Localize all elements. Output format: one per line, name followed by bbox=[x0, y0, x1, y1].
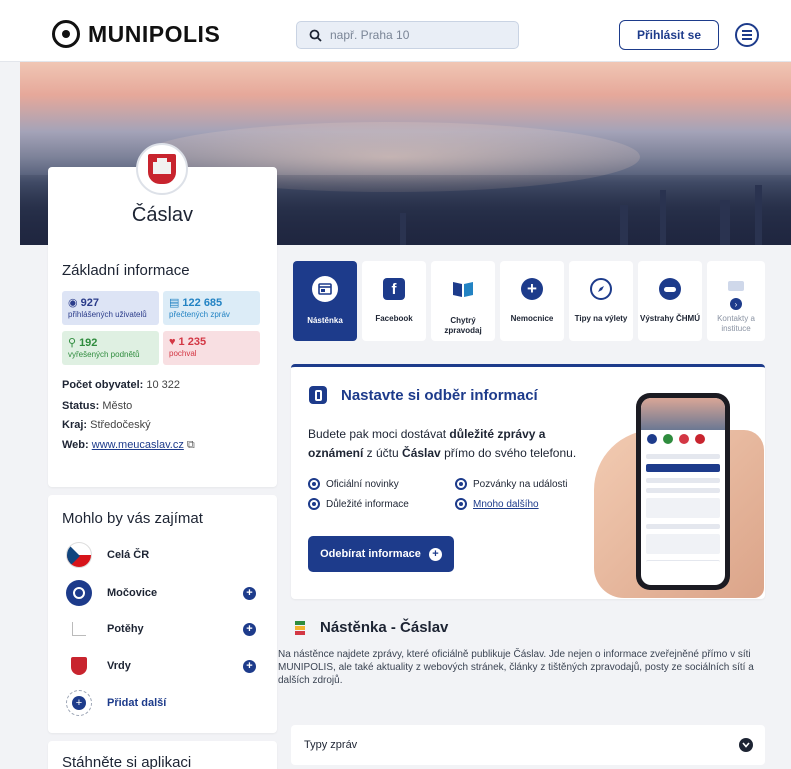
tabs-scroll-right-icon[interactable]: › bbox=[730, 298, 742, 310]
add-circle-icon: + bbox=[66, 690, 92, 716]
login-button[interactable]: Přihlásit se bbox=[619, 20, 719, 50]
stat-praise: ♥ 1 235 pochval bbox=[163, 331, 260, 365]
munipolis-logo[interactable]: MUNIPOLIS bbox=[52, 20, 220, 48]
check-icon bbox=[308, 498, 320, 510]
hospital-cross-icon: + bbox=[521, 278, 543, 300]
czech-flag-icon bbox=[66, 542, 92, 568]
user-circle-icon: ◉ bbox=[68, 297, 78, 309]
feature-dulezite-informace: Důležité informace bbox=[308, 498, 409, 510]
broadcast-logo-icon bbox=[52, 20, 80, 48]
stat-users: ◉ 927 přihlášených uživatelů bbox=[62, 291, 159, 325]
plus-icon: + bbox=[428, 547, 442, 561]
search-input[interactable] bbox=[330, 28, 500, 42]
compass-icon bbox=[590, 278, 612, 300]
feature-pozvanky: Pozvánky na události bbox=[455, 478, 568, 490]
calendar-icon: ▤ bbox=[169, 297, 180, 309]
tab-nemocnice[interactable]: + Nemocnice bbox=[500, 261, 564, 341]
location-pin-icon: ⚲ bbox=[68, 337, 77, 349]
contacts-icon bbox=[723, 273, 749, 299]
check-icon bbox=[455, 498, 467, 510]
interest-item-cela-cr[interactable]: Celá ČR bbox=[66, 541, 266, 569]
search-icon bbox=[309, 29, 322, 42]
external-link-icon[interactable]: ⧉ bbox=[187, 439, 195, 451]
tab-tipy-na-vylety[interactable]: Tipy na výlety bbox=[569, 261, 633, 341]
feature-oficialni-novinky: Oficiální novinky bbox=[308, 478, 399, 490]
facebook-icon: f bbox=[383, 278, 405, 300]
tab-vystrahy-chmu[interactable]: Výstrahy ČHMÚ bbox=[638, 261, 702, 341]
web-line: Web: www.meucaslav.cz ⧉ bbox=[62, 439, 195, 451]
interest-title: Mohlo by vás zajímat bbox=[62, 510, 203, 527]
tab-facebook[interactable]: f Facebook bbox=[362, 261, 426, 341]
feature-mnoho-dalsiho: Mnoho dalšího bbox=[455, 498, 539, 510]
add-plus-icon[interactable]: + bbox=[243, 586, 256, 600]
logo-text: MUNIPOLIS bbox=[88, 20, 221, 47]
board-title: Nástěnka - Čáslav bbox=[320, 619, 449, 636]
subscribe-title: Nastavte si odběr informací bbox=[341, 387, 538, 404]
potehy-crest-icon bbox=[66, 616, 92, 642]
chevron-down-icon bbox=[739, 738, 753, 752]
subscribe-button[interactable]: Odebírat informace + bbox=[308, 536, 454, 572]
tab-chytry-zpravodaj[interactable]: Chytrý zpravodaj bbox=[431, 261, 495, 341]
app-download-title: Stáhněte si aplikaci bbox=[62, 754, 192, 769]
add-plus-icon[interactable]: + bbox=[243, 659, 256, 673]
city-crest-icon bbox=[136, 143, 188, 195]
top-header: MUNIPOLIS Přihlásit se bbox=[0, 0, 791, 62]
heart-icon: ♥ bbox=[169, 336, 176, 348]
hamburger-menu-icon[interactable] bbox=[735, 23, 759, 47]
search-box[interactable] bbox=[296, 21, 519, 49]
vrdy-crest-icon bbox=[66, 653, 92, 679]
region-line: Kraj: Středočeský bbox=[62, 419, 151, 431]
add-plus-icon[interactable]: + bbox=[243, 622, 256, 636]
board-icon bbox=[312, 276, 338, 302]
add-more-item[interactable]: + Přidat další bbox=[66, 689, 266, 717]
phone-icon bbox=[309, 386, 327, 404]
check-icon bbox=[455, 478, 467, 490]
munipolis-broadcast-icon bbox=[66, 580, 92, 606]
interest-item-potehy[interactable]: Potěhy + bbox=[66, 615, 266, 643]
basic-info-title: Základní informace bbox=[62, 262, 190, 279]
stat-messages: ▤ 122 685 přečtených zpráv bbox=[163, 291, 260, 325]
board-flag-icon bbox=[295, 621, 305, 635]
check-icon bbox=[308, 478, 320, 490]
weather-warning-icon bbox=[659, 278, 681, 300]
board-description: Na nástěnce najdete zprávy, které oficiá… bbox=[278, 649, 754, 686]
interest-item-vrdy[interactable]: Vrdy + bbox=[66, 652, 266, 680]
phone-mockup-image bbox=[636, 393, 730, 590]
city-name: Čáslav bbox=[131, 204, 194, 226]
city-web-link[interactable]: www.meucaslav.cz bbox=[92, 439, 184, 451]
population-line: Počet obyvatel: 10 322 bbox=[62, 379, 181, 391]
status-line: Status: Město bbox=[62, 400, 133, 412]
stat-resolved: ⚲ 192 vyřešených podnětů bbox=[62, 331, 159, 365]
interest-item-mocovice[interactable]: Močovice + bbox=[66, 579, 266, 607]
newsletter-icon bbox=[450, 276, 476, 302]
tab-kontakty[interactable]: › Kontakty a instituce bbox=[707, 261, 765, 341]
message-types-dropdown[interactable]: Typy zpráv bbox=[291, 725, 765, 765]
tab-nastenka[interactable]: Nástěnka bbox=[293, 261, 357, 341]
more-features-link[interactable]: Mnoho dalšího bbox=[473, 499, 539, 510]
subscribe-description: Budete pak moci dostávat důležité zprávy… bbox=[308, 427, 577, 460]
